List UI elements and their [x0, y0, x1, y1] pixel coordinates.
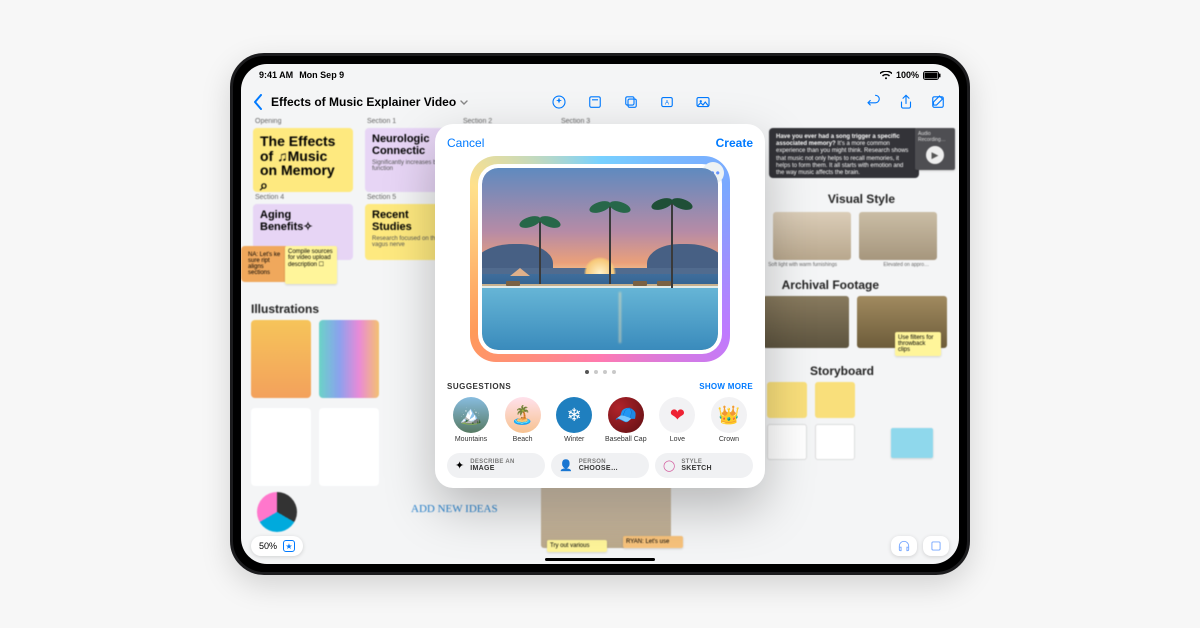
dot-4[interactable]: [612, 370, 616, 374]
dot-1[interactable]: [585, 370, 589, 374]
sparkle-icon: ✦: [455, 459, 464, 472]
chip-person[interactable]: 👤 PERSON CHOOSE…: [551, 453, 649, 478]
cap-icon: 🧢: [608, 397, 644, 433]
snowflake-icon: ❄: [556, 397, 592, 433]
suggestion-crown[interactable]: 👑 Crown: [707, 397, 751, 443]
dot-2[interactable]: [594, 370, 598, 374]
suggestion-baseball-cap[interactable]: 🧢 Baseball Cap: [604, 397, 648, 443]
suggestion-love[interactable]: ❤ Love: [655, 397, 699, 443]
preview-gradient-frame: •••: [470, 156, 730, 362]
suggestion-mountains[interactable]: 🏔️ Mountains: [449, 397, 493, 443]
suggestion-winter[interactable]: ❄ Winter: [552, 397, 596, 443]
heart-icon: ❤: [659, 397, 695, 433]
style-icon: ◯: [663, 459, 675, 472]
crown-icon: 👑: [711, 397, 747, 433]
show-more-button[interactable]: SHOW MORE: [699, 382, 753, 391]
ipad-frame: 9:41 AM Mon Sep 9 100% Effects of Music …: [230, 53, 970, 575]
suggestions-label: SUGGESTIONS: [447, 382, 511, 391]
image-playground-modal: Cancel Create •••: [435, 124, 765, 488]
chip-describe[interactable]: ✦ DESCRIBE AN IMAGE: [447, 453, 545, 478]
screen: 9:41 AM Mon Sep 9 100% Effects of Music …: [241, 64, 959, 564]
page-indicator[interactable]: [447, 370, 753, 374]
generated-preview[interactable]: [482, 168, 718, 350]
mountains-icon: 🏔️: [453, 397, 489, 433]
chip-style[interactable]: ◯ STYLE SKETCH: [655, 453, 753, 478]
suggestion-beach[interactable]: 🏝️ Beach: [501, 397, 545, 443]
create-button[interactable]: Create: [716, 136, 753, 150]
person-icon: 👤: [559, 459, 573, 472]
dot-3[interactable]: [603, 370, 607, 374]
prompt-chips: ✦ DESCRIBE AN IMAGE 👤 PERSON CHOOSE… ◯: [447, 453, 753, 478]
preview-scene: [482, 168, 718, 350]
suggestions-grid: 🏔️ Mountains 🏝️ Beach ❄ Winter 🧢 Basebal…: [447, 397, 753, 443]
beach-icon: 🏝️: [505, 397, 541, 433]
cancel-button[interactable]: Cancel: [447, 136, 484, 150]
